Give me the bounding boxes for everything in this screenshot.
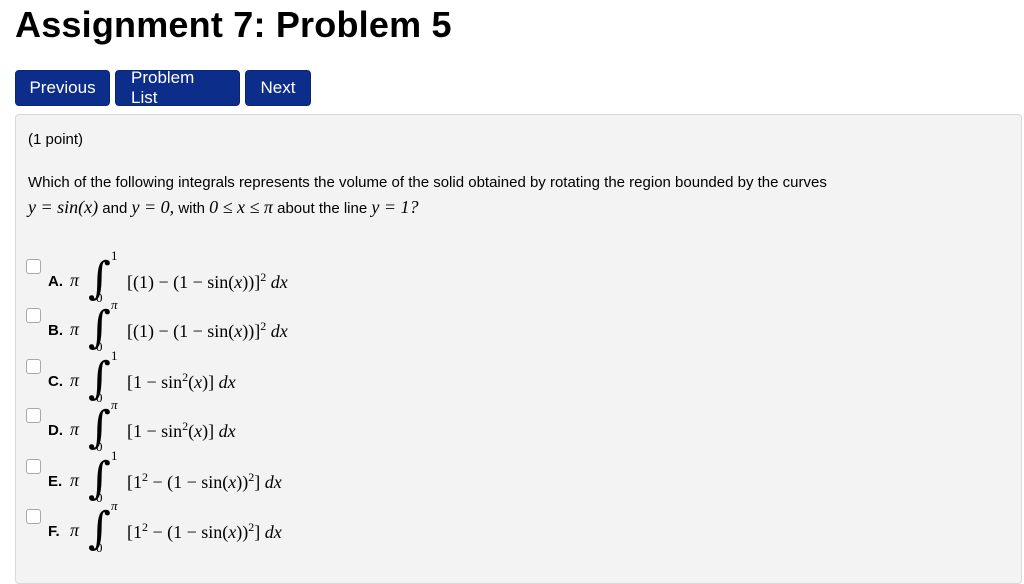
upper-limit: π	[111, 397, 118, 412]
curve-equation-2: y = 0,	[131, 197, 175, 217]
point-value: (1 point)	[28, 131, 84, 148]
integrand-expression: [12 − (1 − sin(x))2] dx	[127, 470, 282, 492]
with-text: with	[178, 200, 205, 217]
integrand-expression: [(1) − (1 − sin(x))]2 dx	[127, 319, 288, 341]
option-label: F.	[48, 523, 60, 540]
pi-coefficient: π	[70, 419, 80, 439]
option-checkbox[interactable]	[26, 308, 41, 323]
pi-coefficient: π	[70, 270, 80, 290]
pi-coefficient: π	[70, 520, 80, 540]
lower-limit: 0	[96, 540, 103, 555]
question-text: Which of the following integrals represe…	[28, 171, 827, 221]
integrand-expression: [1 − sin2(x)] dx	[127, 370, 236, 392]
problem-panel: (1 point) Which of the following integra…	[15, 114, 1022, 584]
upper-limit: 1	[111, 248, 118, 263]
upper-limit: π	[111, 498, 118, 513]
option-label: A.	[48, 273, 63, 290]
option-checkbox[interactable]	[26, 459, 41, 474]
pi-coefficient: π	[70, 319, 80, 339]
upper-limit: 1	[111, 348, 118, 363]
answer-option[interactable]: B. π ∫ π 0 [(1) − (1 − sin(x))]2 dx	[26, 297, 426, 356]
page-title: Assignment 7: Problem 5	[15, 4, 452, 45]
pi-coefficient: π	[70, 370, 80, 390]
question-line-2: y = sin(x) and y = 0, with 0 ≤ x ≤ π abo…	[28, 195, 827, 221]
answer-option[interactable]: E. π ∫ 1 0 [12 − (1 − sin(x))2] dx	[26, 448, 426, 507]
option-checkbox[interactable]	[26, 259, 41, 274]
and-text: and	[102, 200, 128, 217]
answer-option[interactable]: F. π ∫ π 0 [12 − (1 − sin(x))2] dx	[26, 498, 426, 557]
rotation-line: y = 1?	[371, 197, 419, 217]
question-line-1: Which of the following integrals represe…	[28, 174, 827, 191]
option-label: D.	[48, 422, 63, 439]
answer-option[interactable]: D. π ∫ π 0 [1 − sin2(x)] dx	[26, 397, 426, 456]
option-label: E.	[48, 473, 63, 490]
answer-option[interactable]: A. π ∫ 1 0 [(1) − (1 − sin(x))]2 dx	[26, 248, 426, 307]
option-label: C.	[48, 373, 63, 390]
upper-limit: 1	[111, 448, 118, 463]
next-button[interactable]: Next	[245, 70, 311, 106]
problem-list-button[interactable]: Problem List	[115, 68, 240, 107]
curve-equation-1: y = sin(x)	[28, 197, 99, 217]
option-checkbox[interactable]	[26, 359, 41, 374]
option-label: B.	[48, 322, 63, 339]
integrand-expression: [1 − sin2(x)] dx	[127, 419, 236, 441]
about-text: about the line	[277, 200, 368, 217]
upper-limit: π	[111, 297, 118, 312]
previous-button[interactable]: Previous	[15, 70, 110, 106]
x-range: 0 ≤ x ≤ π	[209, 197, 273, 217]
problem-navigation: Previous Problem List Next	[15, 68, 311, 107]
option-checkbox[interactable]	[26, 509, 41, 524]
integrand-expression: [12 − (1 − sin(x))2] dx	[127, 520, 282, 542]
pi-coefficient: π	[70, 470, 80, 490]
option-checkbox[interactable]	[26, 408, 41, 423]
integrand-expression: [(1) − (1 − sin(x))]2 dx	[127, 270, 288, 292]
answer-option[interactable]: C. π ∫ 1 0 [1 − sin2(x)] dx	[26, 348, 426, 407]
